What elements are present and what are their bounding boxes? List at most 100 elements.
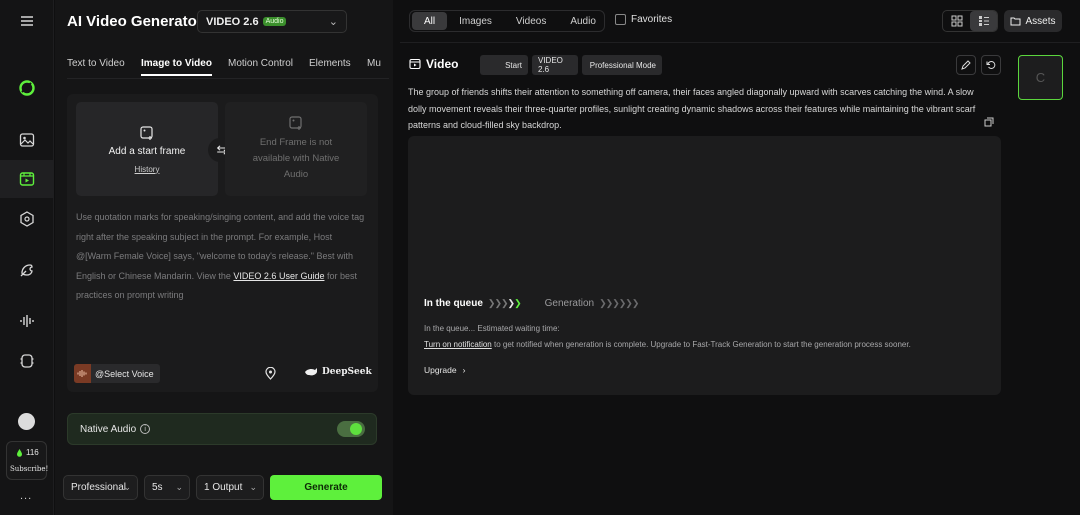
info-icon[interactable]: i [140, 424, 151, 434]
notification-link[interactable]: Turn on notification [424, 340, 492, 349]
tab-motion-control[interactable]: Motion Control [228, 58, 293, 69]
deepseek-label: DeepSeek [322, 367, 372, 377]
end-frame-upload: End Frame is not available with Native A… [225, 102, 367, 196]
checkbox-icon [615, 14, 626, 25]
native-audio-toggle[interactable] [337, 421, 365, 437]
filter-all[interactable]: All [412, 12, 448, 30]
canvas-icon[interactable] [0, 251, 54, 289]
select-voice-label: @Select Voice [95, 368, 154, 379]
assets-label: Assets [1025, 15, 1056, 27]
more-icon[interactable]: ... [20, 490, 32, 502]
model-select[interactable]: VIDEO 2.6 Audio ⌄ [197, 10, 347, 33]
progress-steps: In the queue ❯❯❯❯❯ Generation ❯❯❯❯❯❯ [424, 298, 639, 309]
image-add-icon [140, 125, 153, 140]
notify-text: Turn on notification to get notified whe… [424, 340, 911, 349]
native-audio-row: Native Audio i [67, 413, 377, 445]
tab-elements[interactable]: Elements [309, 58, 351, 69]
deepseek-toggle[interactable]: DeepSeek [304, 367, 372, 377]
tab-more[interactable]: Mu [367, 58, 381, 69]
asset-filter-tabs: All Images Videos Audio [409, 10, 605, 32]
video-icon [409, 58, 421, 70]
filter-audio[interactable]: Audio [558, 12, 608, 30]
model-chip: VIDEO 2.6 [532, 55, 578, 75]
prompt-text: The group of friends shifts their attent… [408, 87, 976, 130]
mode-select[interactable]: Professional ⌄ [63, 475, 138, 500]
generator-panel: AI Video Generator VIDEO 2.6 Audio ⌄ Tex… [55, 0, 393, 515]
output-select-value: 1 Output [204, 482, 243, 493]
task-title: Video [426, 57, 459, 71]
chevron-down-icon: ⌄ [328, 16, 338, 28]
generate-button[interactable]: Generate [270, 475, 382, 500]
toggle-knob [350, 423, 362, 435]
credits-count-row: 116 [16, 448, 39, 457]
generation-progress-arrows: ❯❯❯❯❯❯ [599, 298, 639, 308]
tab-text-to-video[interactable]: Text to Video [67, 58, 125, 69]
tab-image-to-video[interactable]: Image to Video [141, 58, 212, 76]
start-frame-upload[interactable]: Add a start frame History [76, 102, 218, 196]
select-voice-button[interactable]: @Select Voice [74, 364, 160, 383]
queue-progress-arrows: ❯❯❯❯❯ [487, 298, 522, 308]
location-pin-icon[interactable] [265, 366, 276, 383]
task-thumbnail[interactable]: C [1018, 55, 1063, 100]
duration-select[interactable]: 5s ⌄ [144, 475, 190, 500]
regenerate-icon[interactable] [981, 55, 1001, 75]
queue-step-label: In the queue [424, 298, 483, 309]
upgrade-label: Upgrade [424, 365, 457, 375]
notify-description: to get notified when generation is compl… [491, 340, 911, 349]
mode-select-value: Professional [71, 482, 127, 493]
drop-icon [17, 448, 22, 457]
estimated-wait-text: In the queue... Estimated waiting time: [424, 324, 560, 333]
edit-icon[interactable] [956, 55, 976, 75]
filter-videos[interactable]: Videos [504, 12, 558, 30]
end-frame-label: End Frame is not available with Native A… [252, 137, 340, 180]
tools-icon[interactable] [0, 342, 54, 380]
image-add-icon [289, 116, 302, 130]
tabs-divider [67, 78, 389, 79]
image-icon[interactable] [0, 121, 54, 159]
start-frame-label: Add a start frame [108, 145, 186, 157]
audio-badge: Audio [262, 17, 287, 26]
effects-icon[interactable] [0, 200, 54, 238]
credits-count: 116 [26, 448, 39, 457]
menu-icon[interactable] [0, 2, 54, 40]
prompt-editor: Add a start frame History ⇆ End Frame is… [67, 94, 378, 392]
folder-icon [1010, 17, 1021, 26]
prompt-hint[interactable]: Use quotation marks for speaking/singing… [76, 208, 366, 306]
home-logo-icon[interactable] [0, 69, 54, 107]
list-view-icon[interactable] [970, 11, 997, 31]
credits-badge[interactable]: 116 Subscribe! [6, 441, 49, 480]
model-name: VIDEO 2.6 [206, 15, 259, 28]
mode-chip: Professional Mode [582, 55, 662, 75]
start-chip: Start [480, 55, 528, 75]
page-title: AI Video Generator [67, 13, 203, 30]
task-header: Video [409, 57, 458, 71]
generation-step-label: Generation [544, 298, 595, 309]
copy-icon[interactable] [984, 116, 994, 130]
queue-status-card: In the queue ❯❯❯❯❯ Generation ❯❯❯❯❯❯ In … [408, 136, 1001, 395]
assets-button[interactable]: Assets [1004, 10, 1062, 32]
icon-rail: 116 Subscribe! ... [0, 0, 54, 515]
user-guide-link[interactable]: VIDEO 2.6 User Guide [233, 271, 324, 281]
audio-icon[interactable] [0, 302, 54, 340]
grid-view-icon[interactable] [943, 11, 970, 31]
avatar[interactable] [18, 413, 35, 430]
waveform-icon [74, 364, 91, 383]
loading-spinner-icon: C [1035, 70, 1046, 85]
whale-icon [305, 368, 317, 376]
mode-tabs: Text to Video Image to Video Motion Cont… [67, 58, 389, 78]
chevron-right-icon: › [462, 365, 466, 375]
native-audio-label: Native Audio [80, 423, 137, 435]
history-link[interactable]: History [135, 165, 160, 174]
filter-images[interactable]: Images [447, 12, 504, 30]
view-toggle [942, 10, 998, 32]
chevron-down-icon: ⌄ [175, 482, 183, 492]
chevron-down-icon: ⌄ [249, 482, 257, 492]
chevron-down-icon: ⌄ [123, 482, 131, 492]
output-select[interactable]: 1 Output ⌄ [196, 475, 264, 500]
duration-select-value: 5s [152, 482, 163, 493]
video-icon[interactable] [0, 160, 54, 198]
subscribe-label: Subscribe! [10, 465, 49, 473]
upgrade-link[interactable]: Upgrade › [424, 365, 465, 375]
favorites-label: Favorites [631, 14, 673, 25]
favorites-checkbox[interactable]: Favorites [615, 14, 672, 25]
